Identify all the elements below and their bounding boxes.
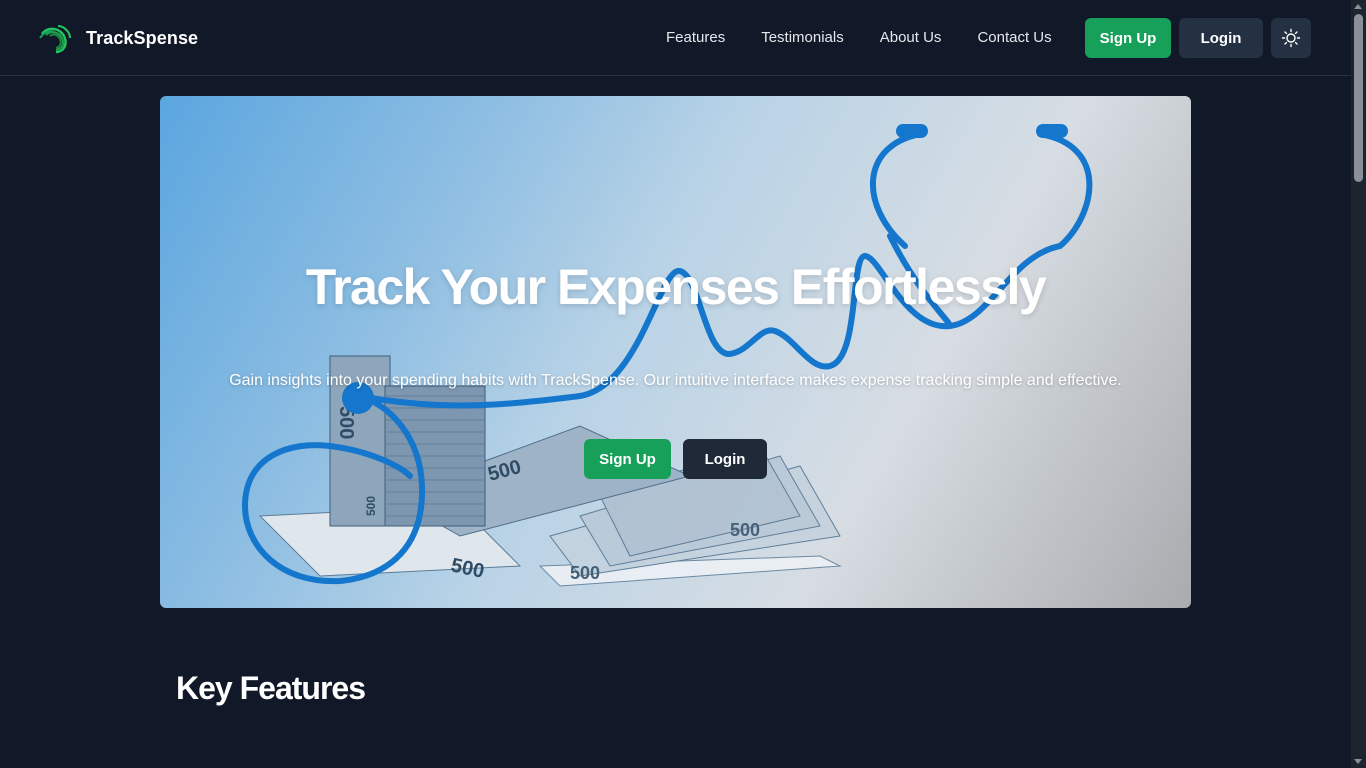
theme-toggle-button[interactable] — [1271, 18, 1311, 58]
hero-login-button[interactable]: Login — [683, 439, 767, 479]
svg-text:500: 500 — [570, 563, 600, 583]
hero-title: Track Your Expenses Effortlessly — [305, 259, 1047, 315]
svg-text:500: 500 — [730, 520, 760, 540]
nav-link-contact-us[interactable]: Contact Us — [977, 28, 1051, 48]
top-navbar: TrackSpense Features Testimonials About … — [0, 0, 1351, 76]
header-login-button[interactable]: Login — [1179, 18, 1263, 58]
scroll-down-arrow-icon[interactable] — [1354, 759, 1362, 764]
sun-icon — [1281, 28, 1301, 48]
swirl-logo-icon — [39, 25, 71, 54]
scroll-up-arrow-icon[interactable] — [1354, 4, 1362, 9]
brand-name: TrackSpense — [86, 27, 199, 48]
svg-text:500: 500 — [364, 496, 378, 516]
page-scrollbar[interactable] — [1351, 0, 1366, 768]
hero-sign-up-button[interactable]: Sign Up — [584, 439, 671, 479]
brand[interactable]: TrackSpense — [38, 22, 198, 54]
main-nav: Features Testimonials About Us Contact U… — [666, 28, 1052, 48]
hero-banner: 500 500 500 500 500 500 Track Your Expen… — [160, 96, 1191, 608]
stethoscope-money-illustration: 500 500 500 500 500 500 — [241, 124, 1093, 587]
header-sign-up-button[interactable]: Sign Up — [1085, 18, 1171, 58]
hero-subtitle: Gain insights into your spending habits … — [229, 372, 1122, 389]
nav-link-features[interactable]: Features — [666, 28, 725, 48]
key-features-heading: Key Features — [176, 670, 366, 706]
nav-link-about-us[interactable]: About Us — [880, 28, 942, 48]
scroll-thumb[interactable] — [1354, 14, 1363, 182]
nav-link-testimonials[interactable]: Testimonials — [761, 28, 844, 48]
